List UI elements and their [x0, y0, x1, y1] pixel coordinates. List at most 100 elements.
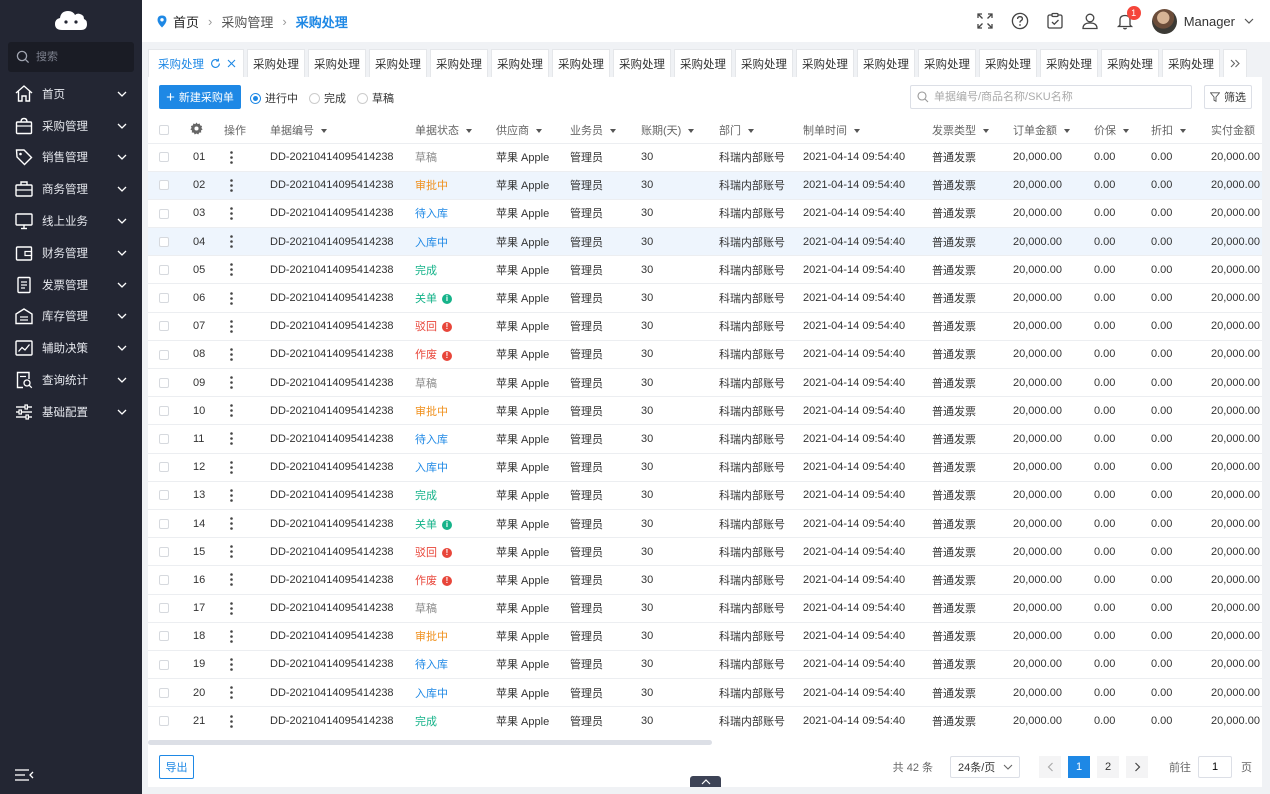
order-number[interactable]: DD-20210414095414238	[254, 283, 399, 313]
order-number[interactable]: DD-20210414095414238	[254, 142, 399, 172]
row-checkbox[interactable]	[159, 687, 169, 698]
order-number[interactable]: DD-20210414095414238	[254, 227, 399, 256]
tab-item[interactable]: 采购处理	[308, 49, 366, 77]
table-row[interactable]: 07 DD-20210414095414238 驳回! 苹果 Apple 管理员 30 科瑞…	[148, 311, 1262, 341]
horizontal-scrollbar[interactable]	[148, 740, 712, 745]
goto-page-input[interactable]	[1198, 756, 1232, 778]
order-number[interactable]: DD-20210414095414238	[254, 170, 399, 200]
sort-icon[interactable]	[466, 128, 472, 133]
collapse-menu-button[interactable]	[14, 768, 34, 784]
row-checkbox[interactable]	[159, 631, 169, 642]
refresh-icon[interactable]	[210, 58, 221, 69]
prev-page-button[interactable]	[1039, 756, 1061, 778]
tab-item[interactable]: 采购处理	[247, 49, 305, 77]
order-number[interactable]: DD-20210414095414238	[254, 367, 399, 397]
column-header[interactable]: 订单金额	[997, 117, 1078, 143]
notifications-button[interactable]: 1	[1114, 6, 1141, 32]
table-row[interactable]: 14 DD-20210414095414238 关单 i 苹果 Apple 管理员 30 科瑞…	[148, 508, 1262, 538]
sidebar-item-8[interactable]: 辅助决策	[0, 332, 142, 364]
avatar[interactable]	[1151, 8, 1177, 34]
order-number[interactable]: DD-20210414095414238	[254, 649, 399, 679]
sort-icon[interactable]	[321, 128, 327, 133]
tab-item[interactable]: 采购处理	[918, 49, 976, 77]
tab-item[interactable]: 采购处理	[796, 49, 854, 77]
row-checkbox[interactable]	[159, 490, 169, 501]
tasks-button[interactable]	[1044, 10, 1066, 32]
more-vertical-icon[interactable]	[230, 178, 233, 192]
tab-item[interactable]: 采购处理	[613, 49, 671, 77]
table-row[interactable]: 18 DD-20210414095414238 审批中 苹果 Apple 管理员 30 科瑞…	[148, 621, 1262, 651]
sidebar-item-9[interactable]: 查询统计	[0, 364, 142, 396]
sidebar-item-2[interactable]: 销售管理	[0, 142, 142, 174]
more-vertical-icon[interactable]	[230, 460, 233, 474]
table-row[interactable]: 16 DD-20210414095414238 作废! 苹果 Apple 管理员 30 科瑞…	[148, 565, 1262, 594]
order-search-input[interactable]	[934, 91, 1174, 103]
order-number[interactable]: DD-20210414095414238	[254, 621, 399, 651]
sort-icon[interactable]	[854, 128, 860, 133]
column-header[interactable]: 部门	[703, 117, 787, 143]
tab-item[interactable]: 采购处理	[369, 49, 427, 77]
more-vertical-icon[interactable]	[230, 432, 233, 446]
more-vertical-icon[interactable]	[230, 150, 233, 164]
more-vertical-icon[interactable]	[230, 376, 233, 389]
tab-item[interactable]: 采购处理	[857, 49, 915, 77]
tab-item[interactable]: 采购处理	[552, 49, 610, 77]
sidebar-item-10[interactable]: 基础配置	[0, 396, 142, 428]
table-row[interactable]: 13 DD-20210414095414238 完成 苹果 Apple 管理员 30 科瑞内…	[148, 480, 1262, 510]
more-vertical-icon[interactable]	[230, 658, 233, 671]
sidebar-item-1[interactable]: 采购管理	[0, 110, 142, 142]
sidebar-item-3[interactable]: 商务管理	[0, 173, 142, 205]
sort-icon[interactable]	[983, 128, 989, 133]
more-vertical-icon[interactable]	[230, 263, 233, 277]
order-number[interactable]: DD-20210414095414238	[254, 255, 399, 284]
page-button-2[interactable]: 2	[1097, 756, 1119, 778]
more-vertical-icon[interactable]	[230, 517, 233, 530]
row-checkbox[interactable]	[159, 434, 169, 445]
info-icon[interactable]: i	[442, 294, 452, 305]
sort-icon[interactable]	[1064, 128, 1070, 133]
row-checkbox[interactable]	[159, 152, 169, 163]
more-vertical-icon[interactable]	[230, 235, 233, 248]
order-number[interactable]: DD-20210414095414238	[254, 198, 399, 228]
table-row[interactable]: 12 DD-20210414095414238 入库中 苹果 Apple 管理员 30 科瑞…	[148, 452, 1262, 482]
column-header[interactable]: 折扣	[1135, 117, 1195, 143]
tab-active[interactable]: 采购处理	[148, 49, 244, 77]
select-all-checkbox[interactable]	[159, 124, 169, 135]
order-number[interactable]: DD-20210414095414238	[254, 396, 399, 425]
sidebar-search[interactable]	[8, 42, 134, 72]
tab-item[interactable]: 采购处理	[430, 49, 488, 77]
breadcrumb-purchase-management[interactable]: 采购管理	[221, 12, 273, 31]
chevron-down-icon[interactable]	[1244, 18, 1254, 24]
more-vertical-icon[interactable]	[230, 573, 233, 587]
more-vertical-icon[interactable]	[230, 348, 233, 361]
alert-icon[interactable]: !	[442, 322, 452, 333]
order-number[interactable]: DD-20210414095414238	[254, 537, 399, 566]
page-size-select[interactable]: 24条/页	[950, 756, 1020, 778]
row-checkbox[interactable]	[159, 659, 169, 670]
table-row[interactable]: 20 DD-20210414095414238 入库中 苹果 Apple 管理员 30 科瑞…	[148, 678, 1262, 707]
column-header[interactable]: 制单时间	[787, 117, 916, 143]
tab-item[interactable]: 采购处理	[735, 49, 793, 77]
table-row[interactable]: 09 DD-20210414095414238 草稿 苹果 Apple 管理员 30 科瑞内…	[148, 367, 1262, 397]
row-checkbox[interactable]	[159, 236, 169, 247]
table-row[interactable]: 21 DD-20210414095414238 完成 苹果 Apple 管理员 30 科瑞内…	[148, 706, 1262, 735]
tab-item[interactable]: 采购处理	[1040, 49, 1098, 77]
tab-item[interactable]: 采购处理	[1101, 49, 1159, 77]
row-checkbox[interactable]	[159, 518, 169, 529]
table-row[interactable]: 15 DD-20210414095414238 驳回! 苹果 Apple 管理员 30 科瑞…	[148, 537, 1262, 566]
row-checkbox[interactable]	[159, 208, 169, 219]
tabs-more-button[interactable]	[1223, 49, 1247, 77]
new-purchase-order-button[interactable]: + 新建采购单	[159, 85, 241, 109]
sort-icon[interactable]	[748, 128, 754, 133]
row-checkbox[interactable]	[159, 293, 169, 304]
close-icon[interactable]	[227, 59, 236, 68]
fullscreen-button[interactable]	[974, 10, 996, 32]
more-vertical-icon[interactable]	[230, 207, 233, 220]
filter-button[interactable]: 筛选	[1204, 85, 1252, 109]
sidebar-item-4[interactable]: 线上业务	[0, 205, 142, 237]
order-number[interactable]: DD-20210414095414238	[254, 480, 399, 510]
column-header[interactable]: 价保	[1078, 117, 1135, 143]
column-header[interactable]: 发票类型	[916, 117, 997, 143]
row-checkbox[interactable]	[159, 264, 169, 275]
row-checkbox[interactable]	[159, 716, 169, 727]
